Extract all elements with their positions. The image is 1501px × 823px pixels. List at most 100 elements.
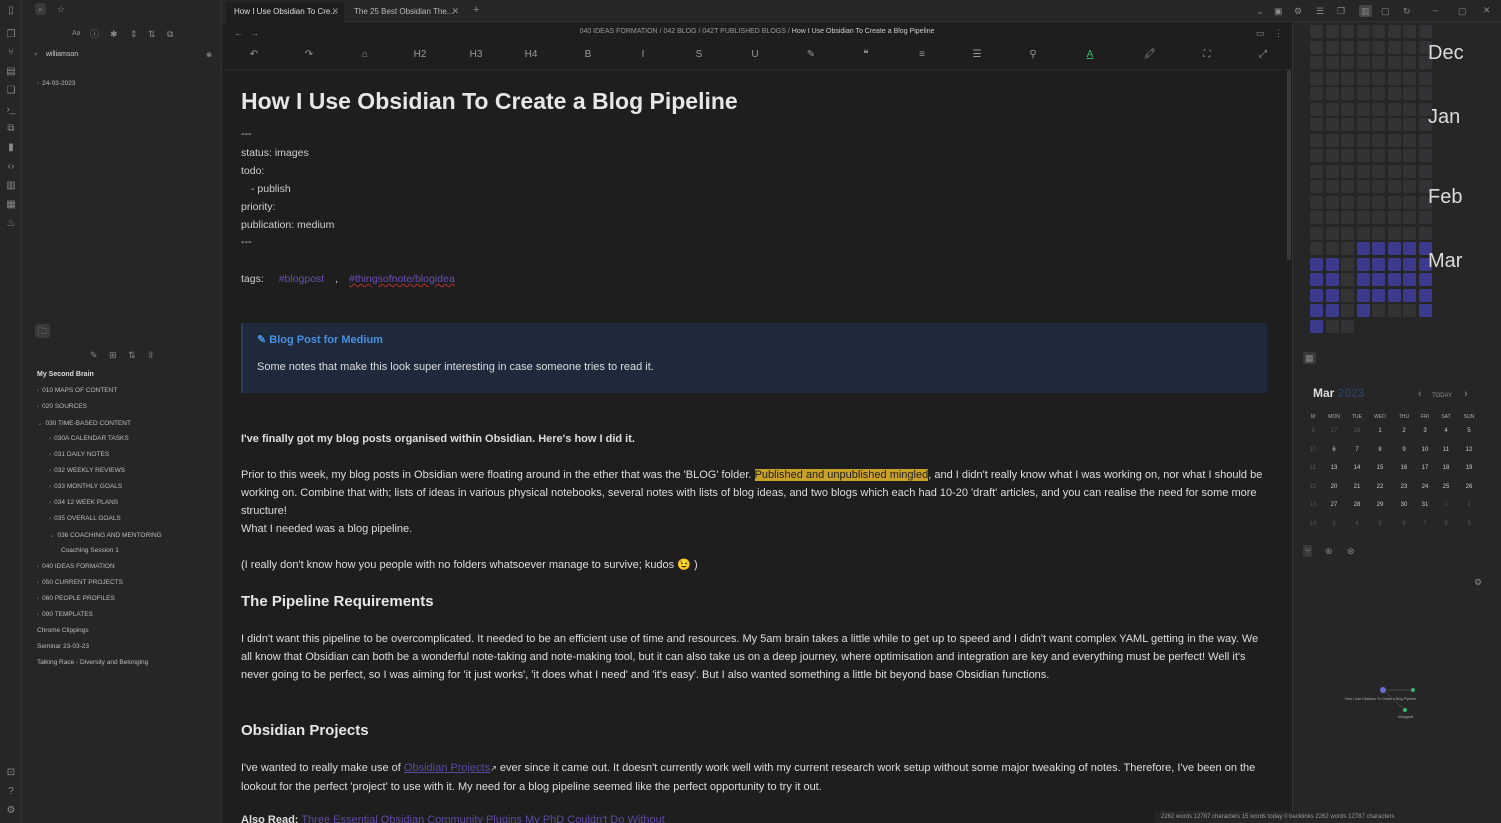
heatmap-cell[interactable] bbox=[1356, 164, 1370, 178]
chart-view-icon[interactable]: ▥ bbox=[1359, 5, 1372, 17]
chevron-down-icon[interactable]: ⌄ bbox=[49, 532, 54, 539]
heatmap-cell[interactable] bbox=[1310, 319, 1323, 333]
chevron-right-icon[interactable]: › bbox=[49, 467, 51, 474]
heatmap-cell[interactable] bbox=[1372, 304, 1385, 317]
chevron-down-icon[interactable]: ⌄ bbox=[37, 420, 42, 427]
file-tree-item[interactable]: › 020 SOURCES bbox=[37, 403, 87, 410]
graph-node[interactable] bbox=[1411, 688, 1415, 692]
heatmap-cell[interactable] bbox=[1372, 118, 1385, 131]
close-tab-icon[interactable]: ✕ bbox=[451, 6, 459, 17]
heatmap-cell[interactable] bbox=[1372, 226, 1385, 240]
more-options-icon[interactable]: ⋮ bbox=[1274, 27, 1283, 39]
database-icon[interactable]: ▥ bbox=[5, 180, 17, 192]
canvas-icon[interactable]: ⧉ bbox=[5, 123, 17, 135]
heatmap-cell[interactable] bbox=[1325, 164, 1339, 178]
calendar-day[interactable]: 27 bbox=[1324, 428, 1344, 434]
breadcrumb-item[interactable]: 042T PUBLISHED BLOGS bbox=[702, 28, 786, 35]
undo-icon[interactable]: ↶ bbox=[246, 49, 262, 60]
calendar-day[interactable]: 3 bbox=[1324, 521, 1344, 527]
heatmap-cell[interactable] bbox=[1356, 180, 1370, 193]
heatmap-cell[interactable] bbox=[1418, 133, 1432, 147]
page-icon[interactable]: ❐ bbox=[1337, 5, 1345, 17]
fullscreen-icon[interactable]: ⛶ bbox=[1199, 49, 1215, 60]
heatmap-cell[interactable] bbox=[1341, 149, 1354, 162]
file-tree-item[interactable]: › 010 MAPS OF CONTENT bbox=[37, 387, 117, 394]
chevron-right-icon[interactable]: › bbox=[49, 451, 51, 458]
heatmap-cell[interactable] bbox=[1310, 257, 1323, 271]
heatmap-cell[interactable] bbox=[1310, 195, 1323, 209]
heatmap-cell[interactable] bbox=[1341, 180, 1354, 193]
help-icon[interactable]: ? bbox=[5, 786, 17, 798]
frontmatter-publication[interactable]: publication: medium bbox=[241, 219, 334, 231]
heatmap-cell[interactable] bbox=[1403, 180, 1416, 193]
heatmap-cell[interactable] bbox=[1341, 319, 1354, 333]
heatmap-cell[interactable] bbox=[1387, 164, 1401, 178]
heatmap-cell[interactable] bbox=[1325, 242, 1339, 255]
heatmap-cell[interactable] bbox=[1403, 118, 1416, 131]
heatmap-cell[interactable] bbox=[1403, 102, 1416, 116]
heatmap-cell[interactable] bbox=[1418, 226, 1432, 240]
calendar-day[interactable]: 4 bbox=[1347, 521, 1367, 527]
heatmap-cell[interactable] bbox=[1403, 25, 1416, 38]
heatmap-cell[interactable] bbox=[1356, 149, 1370, 162]
calendar-day[interactable]: 27 bbox=[1324, 502, 1344, 508]
calendar-day[interactable]: 1 bbox=[1370, 428, 1390, 434]
heatmap-cell[interactable] bbox=[1341, 102, 1354, 116]
also-read-line[interactable]: Also Read: Three Essential Obsidian Comm… bbox=[241, 811, 1267, 823]
collapse-all-icon[interactable]: ⇳ bbox=[147, 349, 155, 361]
heatmap-cell[interactable] bbox=[1372, 273, 1385, 286]
heatmap-cell[interactable] bbox=[1387, 149, 1401, 162]
heatmap-cell[interactable] bbox=[1325, 211, 1339, 224]
collapse-icon[interactable]: ⇕ bbox=[130, 28, 138, 40]
expand-icon[interactable]: ⤢ bbox=[1255, 49, 1271, 60]
frontmatter-todo-item[interactable]: - publish bbox=[251, 183, 291, 195]
heatmap-cell[interactable] bbox=[1356, 87, 1370, 100]
pages-icon[interactable]: ❏ bbox=[5, 85, 17, 97]
frontmatter-status[interactable]: status: images bbox=[241, 147, 309, 159]
heatmap-cell[interactable] bbox=[1372, 195, 1385, 209]
next-month-icon[interactable]: › bbox=[1464, 388, 1468, 400]
file-tree-item[interactable]: ⌄ 030 TIME-BASED CONTENT bbox=[37, 419, 131, 427]
calendar-day[interactable]: 21 bbox=[1347, 484, 1367, 490]
heatmap-cell[interactable] bbox=[1356, 195, 1370, 209]
heatmap-cell[interactable] bbox=[1403, 242, 1416, 255]
calendar-day[interactable]: 6 bbox=[1324, 447, 1344, 453]
chevron-right-icon[interactable]: › bbox=[49, 435, 51, 442]
heatmap-cell[interactable] bbox=[1387, 25, 1401, 38]
heatmap-cell[interactable] bbox=[1341, 288, 1354, 302]
heatmap-cell[interactable] bbox=[1387, 56, 1401, 69]
calendar-day[interactable]: 24 bbox=[1415, 484, 1435, 490]
week-number[interactable]: 13 bbox=[1303, 502, 1323, 508]
calendar-day[interactable]: 31 bbox=[1415, 502, 1435, 508]
heatmap-cell[interactable] bbox=[1325, 102, 1339, 116]
linked-graph-icon[interactable]: ⊛ bbox=[1347, 545, 1355, 557]
heatmap-cell[interactable] bbox=[1356, 226, 1370, 240]
calendar-day[interactable]: 5 bbox=[1370, 521, 1390, 527]
chevron-right-icon[interactable]: › bbox=[49, 515, 51, 522]
ordered-list-icon[interactable]: ☰ bbox=[969, 49, 985, 60]
settings-gear-icon[interactable]: ⚙ bbox=[5, 805, 17, 817]
tag-blogidea[interactable]: #thingsofnote/blogidea bbox=[349, 273, 455, 285]
heatmap-cell[interactable] bbox=[1403, 195, 1416, 209]
file-tree-item[interactable]: › 050 CURRENT PROJECTS bbox=[37, 579, 123, 586]
window-close-icon[interactable]: ✕ bbox=[1483, 4, 1491, 16]
file-tree-item[interactable]: › 034 12 WEEK PLANS bbox=[49, 499, 118, 506]
calendar-day[interactable]: 29 bbox=[1370, 502, 1390, 508]
heatmap-cell[interactable] bbox=[1356, 211, 1370, 224]
heatmap-cell[interactable] bbox=[1387, 273, 1401, 286]
week-number[interactable]: 11 bbox=[1303, 465, 1323, 471]
calendar-day[interactable]: 8 bbox=[1436, 521, 1456, 527]
chevron-right-icon[interactable]: › bbox=[37, 595, 39, 602]
calendar-day[interactable]: 10 bbox=[1415, 447, 1435, 453]
new-note-icon[interactable]: ✎ bbox=[90, 349, 98, 361]
week-number[interactable]: 9 bbox=[1303, 428, 1323, 434]
heatmap-cell[interactable] bbox=[1387, 288, 1401, 302]
split-icon[interactable]: ▣ bbox=[1274, 5, 1283, 17]
heatmap-cell[interactable] bbox=[1356, 242, 1370, 255]
calendar-day[interactable]: 8 bbox=[1370, 447, 1390, 453]
week-number[interactable]: 10 bbox=[1303, 447, 1323, 453]
heatmap-cell[interactable] bbox=[1341, 226, 1354, 240]
file-tree-item[interactable]: › 090 TEMPLATES bbox=[37, 611, 93, 618]
heatmap-cell[interactable] bbox=[1403, 149, 1416, 162]
heatmap-cell[interactable] bbox=[1356, 257, 1370, 271]
